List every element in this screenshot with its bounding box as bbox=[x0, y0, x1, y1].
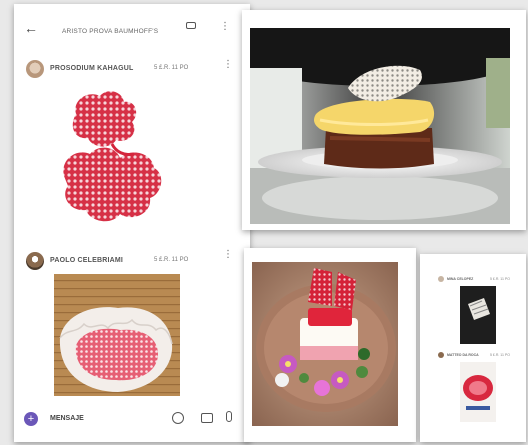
message-input[interactable]: MENSAJE bbox=[50, 415, 84, 422]
cake-illustration bbox=[252, 262, 398, 426]
sender-name: PAOLO CELEBRIAMI bbox=[50, 257, 124, 264]
shared-photo[interactable] bbox=[54, 82, 180, 234]
arrow-left-icon[interactable]: ← bbox=[24, 20, 38, 36]
message-time: 5 £.R. 11 PO bbox=[154, 257, 189, 263]
chat-message-1: PROSODIUM KAHAGUL 5 £.R. 11 PO ⋮ bbox=[14, 54, 250, 236]
chat-screenshot-card: ← ARISTO PROVA BAUMHOFF'S ⋮ PROSODIUM KA… bbox=[14, 4, 250, 442]
shared-photo[interactable] bbox=[54, 274, 180, 396]
cake-photo-card bbox=[244, 248, 416, 442]
dessert-photo-card bbox=[242, 10, 526, 230]
emoji-icon[interactable] bbox=[172, 412, 184, 424]
shared-photo[interactable] bbox=[460, 286, 496, 344]
sender-name: PROSODIUM KAHAGUL bbox=[50, 65, 134, 72]
video-call-icon[interactable] bbox=[186, 22, 196, 29]
sender-name: MATTEO DA ROCA bbox=[447, 353, 479, 357]
more-options-icon[interactable]: ⋮ bbox=[220, 22, 230, 32]
message-time: 5 £.R. 11 PO bbox=[154, 65, 189, 71]
avatar bbox=[438, 276, 444, 282]
shared-photo[interactable] bbox=[460, 362, 496, 422]
dark-lace-illustration bbox=[468, 298, 490, 320]
avatar bbox=[26, 252, 44, 270]
paper-cup-illustration bbox=[54, 274, 180, 396]
avatar bbox=[438, 352, 444, 358]
mini-chat-card: MINA CELOPEZ 5 £.R. 11 PO MATTEO DA ROCA… bbox=[420, 254, 526, 442]
microphone-icon[interactable] bbox=[226, 411, 232, 422]
mini-chat-message-2: MATTEO DA ROCA 5 £.R. 11 PO bbox=[420, 350, 526, 430]
message-time: 5 £.R. 11 PO bbox=[490, 277, 510, 281]
chat-header-title: ARISTO PROVA BAUMHOFF'S bbox=[62, 28, 159, 35]
message-options-icon[interactable]: ⋮ bbox=[223, 60, 233, 70]
sender-name: MINA CELOPEZ bbox=[447, 277, 474, 281]
chat-message-2: PAOLO CELEBRIAMI 5 £.R. 11 PO ⋮ bbox=[14, 244, 250, 404]
message-time: 5 £.R. 11 PO bbox=[490, 353, 510, 357]
avatar bbox=[26, 60, 44, 78]
strawberry-cake-photo[interactable] bbox=[252, 262, 398, 426]
mini-chat-message-1: MINA CELOPEZ 5 £.R. 11 PO bbox=[420, 272, 526, 352]
message-composer: + MENSAJE bbox=[14, 404, 250, 434]
red-lace-illustration bbox=[63, 91, 162, 222]
red-disc-illustration bbox=[463, 375, 493, 410]
message-options-icon[interactable]: ⋮ bbox=[223, 250, 233, 260]
camera-icon[interactable] bbox=[201, 413, 213, 423]
layered-dessert-photo[interactable] bbox=[250, 28, 510, 224]
add-icon[interactable]: + bbox=[24, 412, 38, 426]
chat-header: ← ARISTO PROVA BAUMHOFF'S ⋮ bbox=[14, 4, 250, 48]
dessert-illustration bbox=[250, 28, 510, 224]
